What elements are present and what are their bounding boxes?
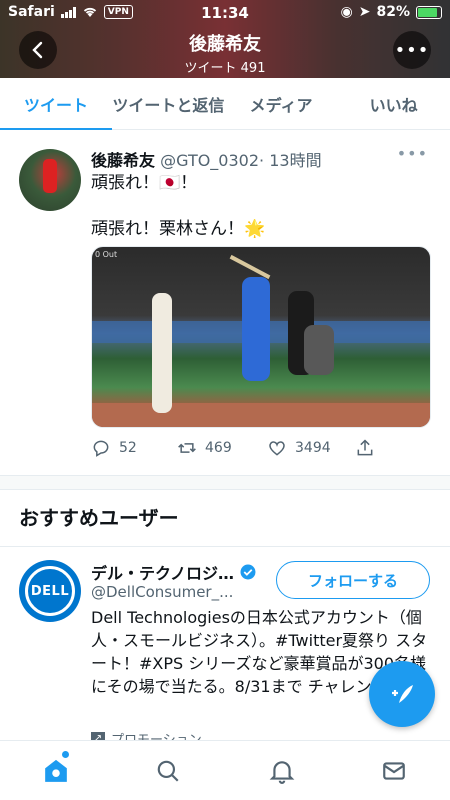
- like-button[interactable]: 3494: [267, 438, 331, 458]
- location-icon: ➤: [358, 4, 371, 20]
- nav-search-button[interactable]: [152, 755, 184, 787]
- home-icon: [45, 759, 67, 782]
- reply-count: 52: [119, 440, 137, 456]
- tweet-photo[interactable]: 0 Out: [91, 246, 431, 428]
- header-title: 後藤希友 ツイート 491: [0, 30, 450, 76]
- bell-icon: [269, 761, 295, 784]
- retweet-count: 469: [205, 440, 232, 456]
- tab-media[interactable]: メディア: [225, 78, 338, 129]
- retweet-icon: [178, 443, 196, 453]
- tab-tweets[interactable]: ツイート: [0, 78, 112, 130]
- media-overlay-text: 0 Out: [95, 250, 118, 259]
- tweet[interactable]: 後藤希友 @GTO_0302· 13時間 ••• 頑張れ！🇯🇵！ 頑張れ！栗林さ…: [0, 138, 450, 476]
- tweet-text-line: 頑張れ！🇯🇵！: [91, 173, 198, 193]
- tweet-author-name[interactable]: 後藤希友: [91, 151, 155, 170]
- tweet-actions: 52 469 3494: [91, 438, 391, 464]
- compose-tweet-button[interactable]: [369, 661, 435, 727]
- search-icon: [157, 760, 179, 782]
- nav-notifications-button[interactable]: [266, 755, 298, 787]
- tweet-time: · 13時間: [259, 151, 322, 170]
- status-bar: Safari VPN 11:34 ◉ ➤ 82%: [0, 0, 450, 26]
- orientation-lock-icon: ◉: [340, 4, 353, 20]
- tweet-count: ツイート 491: [184, 61, 266, 76]
- tweet-more-button[interactable]: •••: [397, 144, 428, 163]
- dell-logo[interactable]: DELL: [19, 560, 81, 622]
- mail-icon: [383, 762, 405, 780]
- verified-badge-icon: [240, 564, 256, 580]
- user-handle: @DellConsumer_...: [91, 583, 234, 601]
- more-options-button[interactable]: •••: [393, 31, 431, 69]
- reply-icon: [93, 440, 109, 457]
- battery-icon: [416, 5, 442, 19]
- reply-button[interactable]: 52: [91, 438, 137, 458]
- like-count: 3494: [295, 440, 331, 456]
- share-button[interactable]: [355, 438, 375, 458]
- avatar[interactable]: [19, 149, 81, 211]
- tweet-author-handle: @GTO_0302: [160, 151, 260, 170]
- section-divider: [0, 476, 450, 490]
- user-name[interactable]: デル・テクノロジ…: [91, 560, 257, 584]
- tweet-header: 後藤希友 @GTO_0302· 13時間: [91, 147, 322, 171]
- profile-tabs: ツイート ツイートと返信 メディア いいね: [0, 78, 450, 130]
- share-icon: [357, 439, 373, 456]
- heart-icon: [269, 441, 285, 456]
- more-icon: •••: [394, 39, 430, 61]
- tab-tweets-replies[interactable]: ツイートと返信: [112, 78, 225, 129]
- tab-likes[interactable]: いいね: [337, 78, 450, 129]
- bottom-navigation: [0, 740, 450, 800]
- compose-feather-icon: [392, 685, 413, 703]
- tweet-text-line: 頑張れ！栗林さん！🌟: [91, 219, 266, 239]
- recommended-users-title: おすすめユーザー: [19, 506, 179, 530]
- nav-home-button[interactable]: [40, 755, 72, 787]
- follow-button[interactable]: フォローする: [276, 561, 430, 599]
- tweet-text: 頑張れ！🇯🇵！ 頑張れ！栗林さん！🌟: [91, 172, 265, 241]
- retweet-button[interactable]: 469: [177, 438, 232, 458]
- battery-percent: 82%: [376, 4, 410, 20]
- profile-name: 後藤希友: [189, 34, 261, 55]
- nav-messages-button[interactable]: [378, 755, 410, 787]
